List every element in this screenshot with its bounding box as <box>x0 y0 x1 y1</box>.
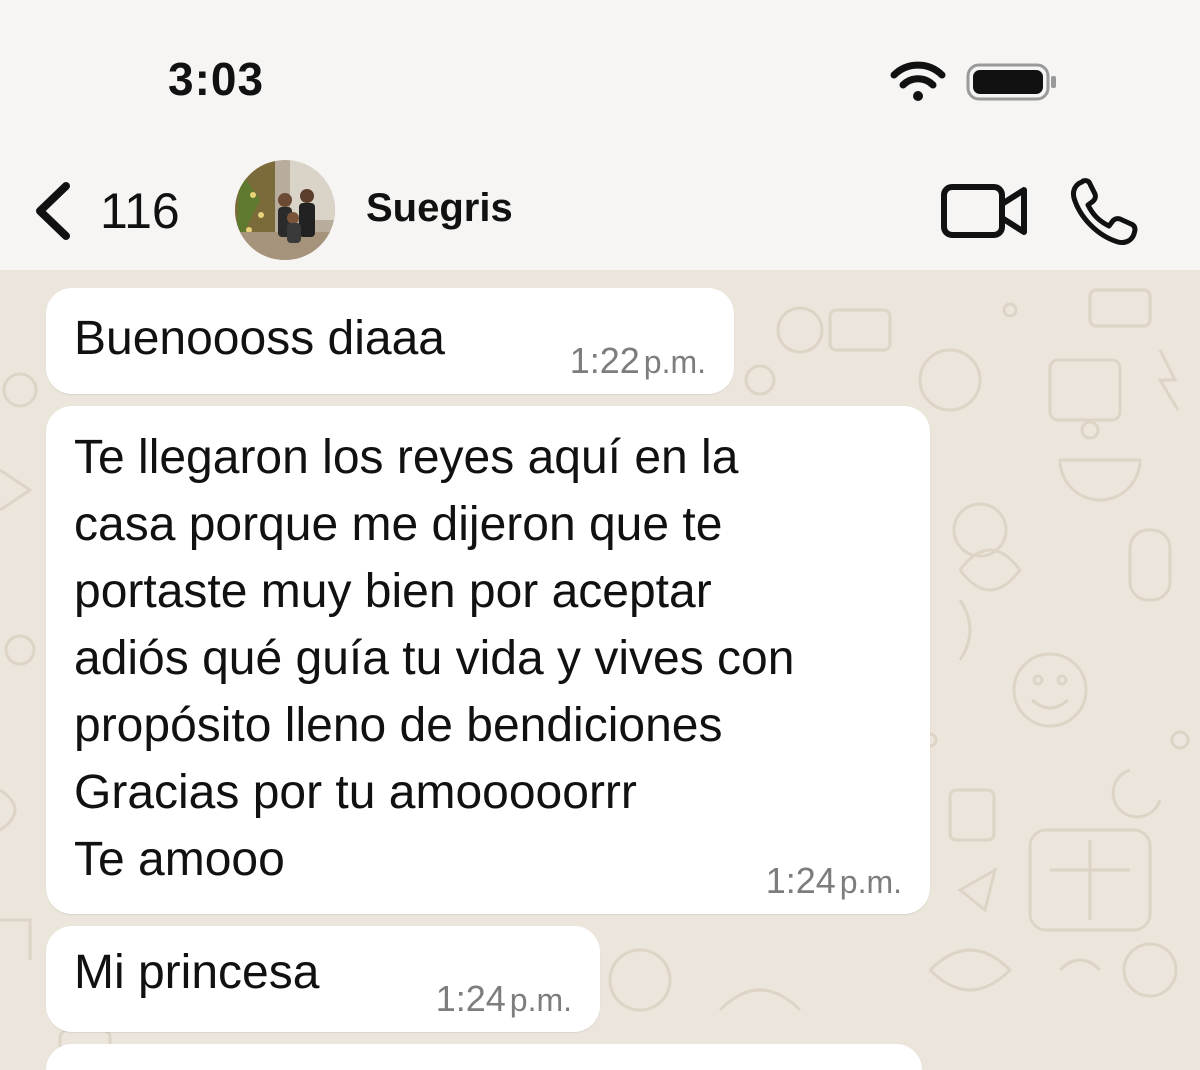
message-text: Buenoooss diaaa <box>74 312 445 365</box>
chat-screen: 3:03 116 Suegris Buenoooss diaaa 1:22 p.… <box>0 0 1200 1070</box>
avatar[interactable] <box>235 160 335 260</box>
message-timestamp: 1:24 p.m. <box>766 860 902 902</box>
chevron-left-icon <box>36 182 70 240</box>
status-bar: 3:03 <box>0 0 1200 140</box>
wifi-icon <box>890 61 946 101</box>
message-time: 1:24 <box>435 978 506 1019</box>
chat-messages[interactable]: Buenoooss diaaa 1:22 p.m. Te llegaron los… <box>0 270 1200 1070</box>
chat-header: 116 Suegris <box>0 140 1200 280</box>
message-bubble[interactable]: Te llegaron los reyes aquí en la casa po… <box>46 406 930 914</box>
message-timestamp: 1:24 p.m. <box>436 978 572 1020</box>
battery-icon <box>966 63 1056 101</box>
chat-name[interactable]: Suegris <box>366 186 513 231</box>
message-text: Mi princesa <box>74 946 320 999</box>
back-button[interactable]: 116 <box>30 180 180 242</box>
message-ampm: p.m. <box>509 982 572 1018</box>
message-ampm: p.m. <box>643 344 706 380</box>
message-time: 1:24 <box>765 860 836 901</box>
unread-count: 116 <box>100 183 180 239</box>
message-bubble-partial[interactable] <box>46 1044 922 1070</box>
message-time: 1:22 <box>569 340 640 381</box>
message-bubble[interactable]: Mi princesa 1:24 p.m. <box>46 926 600 1032</box>
message-timestamp: 1:22 p.m. <box>570 340 706 382</box>
status-time: 3:03 <box>168 53 265 105</box>
video-camera-icon[interactable] <box>940 182 1028 240</box>
message-text: Te llegaron los reyes aquí en la casa po… <box>74 431 795 886</box>
message-bubble[interactable]: Buenoooss diaaa 1:22 p.m. <box>46 288 734 394</box>
message-ampm: p.m. <box>839 864 902 900</box>
phone-icon[interactable] <box>1068 176 1142 246</box>
avatar-photo <box>235 160 335 260</box>
